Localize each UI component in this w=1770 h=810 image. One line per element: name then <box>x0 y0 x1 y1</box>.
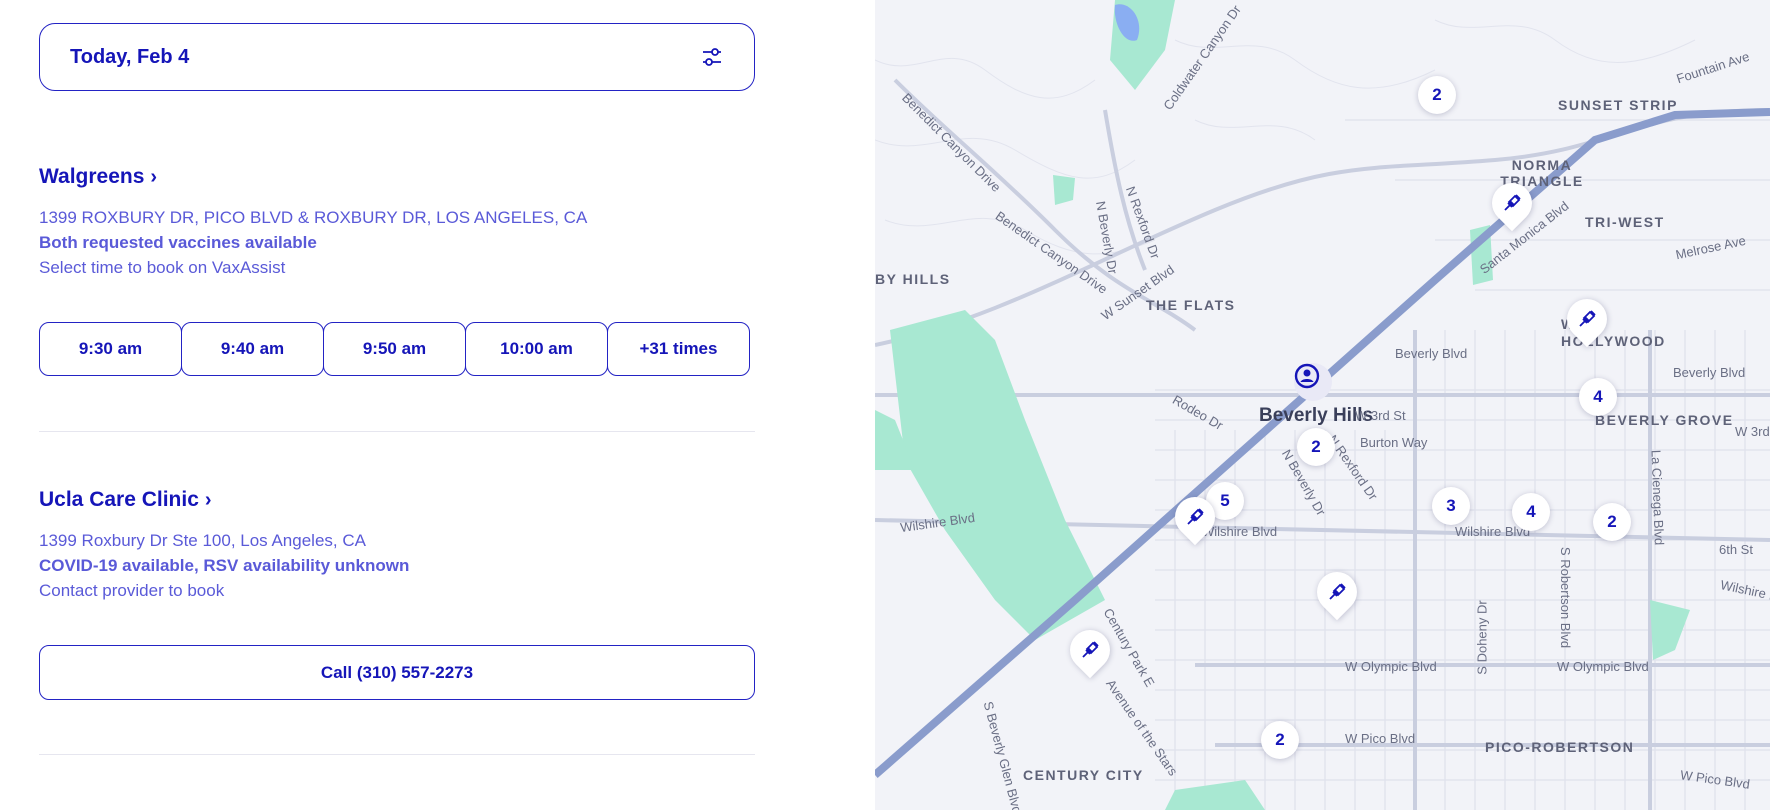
map-label: Burton Way <box>1360 435 1428 450</box>
syringe-icon <box>1187 508 1204 525</box>
time-slot-button[interactable]: 9:30 am <box>39 322 182 376</box>
provider-name: Ucla Care Clinic <box>39 488 199 511</box>
map-label: W 3rd <box>1735 424 1770 439</box>
divider <box>39 754 755 755</box>
map-label: SUNSET STRIP <box>1558 97 1678 113</box>
map-label: Beverly Blvd <box>1673 365 1746 380</box>
date-filter-bar[interactable]: Today, Feb 4 <box>39 23 755 91</box>
provider-booking-note: Select time to book on VaxAssist <box>39 258 286 277</box>
time-slot-button[interactable]: 9:50 am <box>323 322 466 376</box>
map-cluster-marker[interactable]: 2 <box>1593 503 1631 541</box>
provider-name-link[interactable]: Ucla Care Clinic › <box>39 488 409 512</box>
map-label: CENTURY CITY <box>1023 767 1144 783</box>
map-cluster-marker[interactable]: 4 <box>1512 493 1550 531</box>
provider-name-link[interactable]: Walgreens › <box>39 165 587 189</box>
user-location-icon <box>1294 363 1320 389</box>
chevron-right-icon: › <box>204 488 212 511</box>
map-label: BEVERLY GROVE <box>1595 412 1734 428</box>
date-label: Today, Feb 4 <box>70 45 190 68</box>
map-label: W 3rd St <box>1355 408 1406 423</box>
map-label: W Pico Blvd <box>1345 731 1416 746</box>
syringe-icon <box>1329 583 1346 600</box>
more-times-button[interactable]: +31 times <box>607 322 750 376</box>
map-label: 6th St <box>1719 542 1753 557</box>
provider-name: Walgreens <box>39 165 145 188</box>
syringe-icon <box>1082 641 1099 658</box>
user-location-marker <box>1294 363 1332 401</box>
time-slot-list: 9:30 am 9:40 am 9:50 am 10:00 am +31 tim… <box>39 322 750 376</box>
map-label: THE FLATS <box>1146 297 1236 313</box>
map-label: W Olympic Blvd <box>1345 659 1437 674</box>
map-label: PICO-ROBERTSON <box>1485 739 1635 755</box>
provider-address: 1399 Roxbury Dr Ste 100, Los Angeles, CA <box>39 531 366 550</box>
map-label: BY HILLS <box>875 271 951 287</box>
results-panel: Today, Feb 4 Walgreens › 1399 ROXBURY DR… <box>0 0 875 810</box>
map-label: TRI-WEST <box>1585 214 1665 230</box>
provider-card-ucla: Ucla Care Clinic › 1399 Roxbury Dr Ste 1… <box>39 488 409 603</box>
map-cluster-marker[interactable]: 2 <box>1297 428 1335 466</box>
provider-card-walgreens: Walgreens › 1399 ROXBURY DR, PICO BLVD &… <box>39 165 587 280</box>
syringe-icon <box>1579 310 1596 327</box>
call-provider-button[interactable]: Call (310) 557-2273 <box>39 645 755 700</box>
provider-booking-note: Contact provider to book <box>39 581 225 600</box>
map-label: Beverly Blvd <box>1395 346 1468 361</box>
provider-availability: Both requested vaccines available <box>39 233 317 252</box>
map-cluster-marker[interactable]: 4 <box>1579 378 1617 416</box>
map-cluster-marker[interactable]: 2 <box>1418 76 1456 114</box>
map-label: S Doheny Dr <box>1474 600 1490 675</box>
divider <box>39 431 755 432</box>
map-view[interactable]: SUNSET STRIP NORMA TRIANGLE TRI-WEST THE… <box>875 0 1770 810</box>
map-label: Wilshire Blvd <box>1202 524 1278 539</box>
time-slot-button[interactable]: 10:00 am <box>465 322 608 376</box>
time-slot-button[interactable]: 9:40 am <box>181 322 324 376</box>
map-label: W Olympic Blvd <box>1557 659 1649 674</box>
map-cluster-marker[interactable]: 2 <box>1261 721 1299 759</box>
provider-address: 1399 ROXBURY DR, PICO BLVD & ROXBURY DR,… <box>39 208 588 227</box>
map-cluster-marker[interactable]: 3 <box>1432 487 1470 525</box>
chevron-right-icon: › <box>150 165 158 188</box>
sliders-icon[interactable] <box>700 45 724 69</box>
map-label: S Robertson Blvd <box>1558 546 1574 649</box>
provider-availability: COVID-19 available, RSV availability unk… <box>39 556 410 575</box>
syringe-icon <box>1504 194 1521 211</box>
